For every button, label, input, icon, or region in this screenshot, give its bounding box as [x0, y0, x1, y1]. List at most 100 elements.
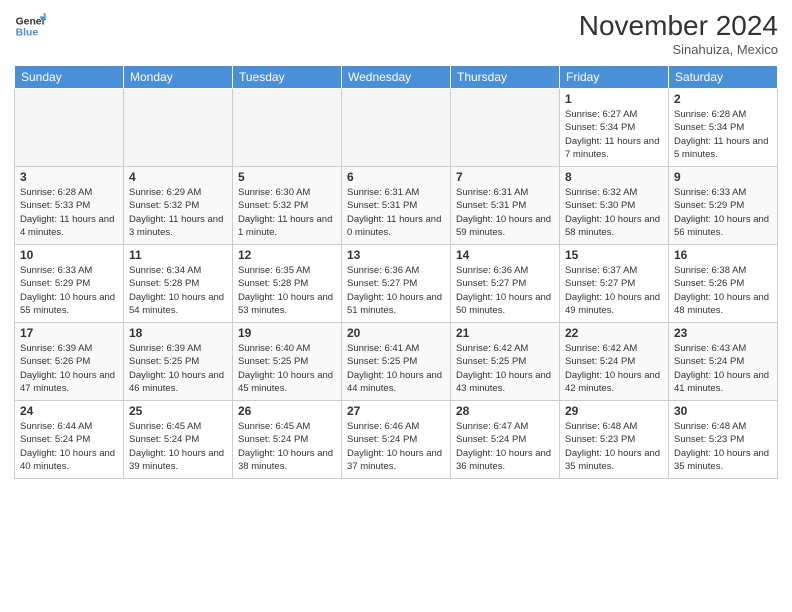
day-info: Sunrise: 6:44 AMSunset: 5:24 PMDaylight:… — [20, 420, 118, 473]
table-row: 19Sunrise: 6:40 AMSunset: 5:25 PMDayligh… — [233, 323, 342, 401]
day-info: Sunrise: 6:41 AMSunset: 5:25 PMDaylight:… — [347, 342, 445, 395]
table-row — [124, 89, 233, 167]
table-row: 22 Sunrise: 6:42 AMSunset: 5:24 PMDayligh… — [560, 323, 669, 401]
calendar-table: Sunday Monday Tuesday Wednesday Thursday… — [14, 65, 778, 479]
day-info: Sunrise: 6:42 AMSunset: 5:25 PMDaylight:… — [456, 342, 554, 395]
day-number: 4 — [129, 170, 227, 184]
day-number: 16 — [674, 248, 772, 262]
day-info: Sunrise: 6:48 AMSunset: 5:23 PMDaylight:… — [674, 420, 772, 473]
day-info: Sunrise: 6:27 AMSunset: 5:34 PMDaylight:… — [565, 108, 663, 161]
table-row: 6Sunrise: 6:31 AMSunset: 5:31 PMDaylight… — [342, 167, 451, 245]
day-info: Sunrise: 6:35 AMSunset: 5:28 PMDaylight:… — [238, 264, 336, 317]
day-number: 10 — [20, 248, 118, 262]
col-sunday: Sunday — [15, 66, 124, 89]
day-info: Sunrise: 6:39 AMSunset: 5:25 PMDaylight:… — [129, 342, 227, 395]
day-number: 12 — [238, 248, 336, 262]
day-number: 8 — [565, 170, 663, 184]
location: Sinahuiza, Mexico — [579, 42, 778, 57]
day-info: Sunrise: 6:33 AMSunset: 5:29 PMDaylight:… — [674, 186, 772, 239]
day-number: 21 — [456, 326, 554, 340]
table-row: 13 Sunrise: 6:36 AMSunset: 5:27 PMDayligh… — [342, 245, 451, 323]
day-info: Sunrise: 6:43 AMSunset: 5:24 PMDaylight:… — [674, 342, 772, 395]
calendar-week-row: 10Sunrise: 6:33 AMSunset: 5:29 PMDayligh… — [15, 245, 778, 323]
day-number: 3 — [20, 170, 118, 184]
day-number: 2 — [674, 92, 772, 106]
day-info: Sunrise: 6:40 AMSunset: 5:25 PMDaylight:… — [238, 342, 336, 395]
day-number: 22 — [565, 326, 663, 340]
table-row: 17Sunrise: 6:39 AMSunset: 5:26 PMDayligh… — [15, 323, 124, 401]
day-number: 17 — [20, 326, 118, 340]
day-number: 7 — [456, 170, 554, 184]
day-info: Sunrise: 6:38 AMSunset: 5:26 PMDaylight:… — [674, 264, 772, 317]
table-row: 16 Sunrise: 6:38 AMSunset: 5:26 PMDayligh… — [669, 245, 778, 323]
day-info: Sunrise: 6:42 AMSunset: 5:24 PMDaylight:… — [565, 342, 663, 395]
svg-text:Blue: Blue — [16, 28, 39, 39]
day-number: 27 — [347, 404, 445, 418]
table-row: 24 Sunrise: 6:44 AMSunset: 5:24 PMDayligh… — [15, 401, 124, 479]
col-friday: Friday — [560, 66, 669, 89]
day-info: Sunrise: 6:36 AMSunset: 5:27 PMDaylight:… — [347, 264, 445, 317]
day-info: Sunrise: 6:28 AMSunset: 5:33 PMDaylight:… — [20, 186, 118, 239]
day-number: 28 — [456, 404, 554, 418]
table-row: 7Sunrise: 6:31 AMSunset: 5:31 PMDaylight… — [451, 167, 560, 245]
day-number: 26 — [238, 404, 336, 418]
table-row: 25 Sunrise: 6:45 AMSunset: 5:24 PMDayligh… — [124, 401, 233, 479]
col-tuesday: Tuesday — [233, 66, 342, 89]
page-header: General Blue November 2024 Sinahuiza, Me… — [14, 10, 778, 57]
calendar-header-row: Sunday Monday Tuesday Wednesday Thursday… — [15, 66, 778, 89]
calendar-week-row: 24 Sunrise: 6:44 AMSunset: 5:24 PMDayligh… — [15, 401, 778, 479]
day-number: 11 — [129, 248, 227, 262]
col-wednesday: Wednesday — [342, 66, 451, 89]
table-row: 27Sunrise: 6:46 AMSunset: 5:24 PMDayligh… — [342, 401, 451, 479]
calendar-week-row: 17Sunrise: 6:39 AMSunset: 5:26 PMDayligh… — [15, 323, 778, 401]
day-number: 6 — [347, 170, 445, 184]
day-number: 24 — [20, 404, 118, 418]
table-row: 14 Sunrise: 6:36 AMSunset: 5:27 PMDayligh… — [451, 245, 560, 323]
table-row: 30 Sunrise: 6:48 AMSunset: 5:23 PMDayligh… — [669, 401, 778, 479]
logo-icon: General Blue — [14, 10, 46, 42]
day-number: 14 — [456, 248, 554, 262]
day-number: 23 — [674, 326, 772, 340]
day-number: 25 — [129, 404, 227, 418]
day-info: Sunrise: 6:37 AMSunset: 5:27 PMDaylight:… — [565, 264, 663, 317]
day-number: 18 — [129, 326, 227, 340]
month-title: November 2024 — [579, 10, 778, 42]
day-info: Sunrise: 6:45 AMSunset: 5:24 PMDaylight:… — [129, 420, 227, 473]
table-row: 21 Sunrise: 6:42 AMSunset: 5:25 PMDayligh… — [451, 323, 560, 401]
col-saturday: Saturday — [669, 66, 778, 89]
table-row: 4 Sunrise: 6:29 AMSunset: 5:32 PMDaylight… — [124, 167, 233, 245]
page-container: General Blue November 2024 Sinahuiza, Me… — [0, 0, 792, 487]
day-info: Sunrise: 6:29 AMSunset: 5:32 PMDaylight:… — [129, 186, 227, 239]
day-number: 9 — [674, 170, 772, 184]
day-number: 20 — [347, 326, 445, 340]
col-monday: Monday — [124, 66, 233, 89]
day-info: Sunrise: 6:47 AMSunset: 5:24 PMDaylight:… — [456, 420, 554, 473]
day-info: Sunrise: 6:48 AMSunset: 5:23 PMDaylight:… — [565, 420, 663, 473]
day-info: Sunrise: 6:45 AMSunset: 5:24 PMDaylight:… — [238, 420, 336, 473]
table-row — [15, 89, 124, 167]
day-number: 13 — [347, 248, 445, 262]
day-number: 5 — [238, 170, 336, 184]
day-info: Sunrise: 6:32 AMSunset: 5:30 PMDaylight:… — [565, 186, 663, 239]
day-info: Sunrise: 6:36 AMSunset: 5:27 PMDaylight:… — [456, 264, 554, 317]
day-info: Sunrise: 6:28 AMSunset: 5:34 PMDaylight:… — [674, 108, 772, 161]
day-number: 29 — [565, 404, 663, 418]
day-number: 30 — [674, 404, 772, 418]
table-row: 20 Sunrise: 6:41 AMSunset: 5:25 PMDayligh… — [342, 323, 451, 401]
table-row: 26 Sunrise: 6:45 AMSunset: 5:24 PMDayligh… — [233, 401, 342, 479]
table-row — [233, 89, 342, 167]
table-row — [342, 89, 451, 167]
table-row: 23 Sunrise: 6:43 AMSunset: 5:24 PMDayligh… — [669, 323, 778, 401]
table-row: 8 Sunrise: 6:32 AMSunset: 5:30 PMDaylight… — [560, 167, 669, 245]
table-row: 3 Sunrise: 6:28 AMSunset: 5:33 PMDaylight… — [15, 167, 124, 245]
calendar-week-row: 3 Sunrise: 6:28 AMSunset: 5:33 PMDaylight… — [15, 167, 778, 245]
table-row: 10Sunrise: 6:33 AMSunset: 5:29 PMDayligh… — [15, 245, 124, 323]
day-info: Sunrise: 6:34 AMSunset: 5:28 PMDaylight:… — [129, 264, 227, 317]
table-row — [451, 89, 560, 167]
table-row: 11 Sunrise: 6:34 AMSunset: 5:28 PMDayligh… — [124, 245, 233, 323]
table-row: 12 Sunrise: 6:35 AMSunset: 5:28 PMDayligh… — [233, 245, 342, 323]
day-info: Sunrise: 6:30 AMSunset: 5:32 PMDaylight:… — [238, 186, 336, 239]
table-row: 9 Sunrise: 6:33 AMSunset: 5:29 PMDaylight… — [669, 167, 778, 245]
table-row: 28 Sunrise: 6:47 AMSunset: 5:24 PMDayligh… — [451, 401, 560, 479]
logo: General Blue — [14, 10, 46, 42]
